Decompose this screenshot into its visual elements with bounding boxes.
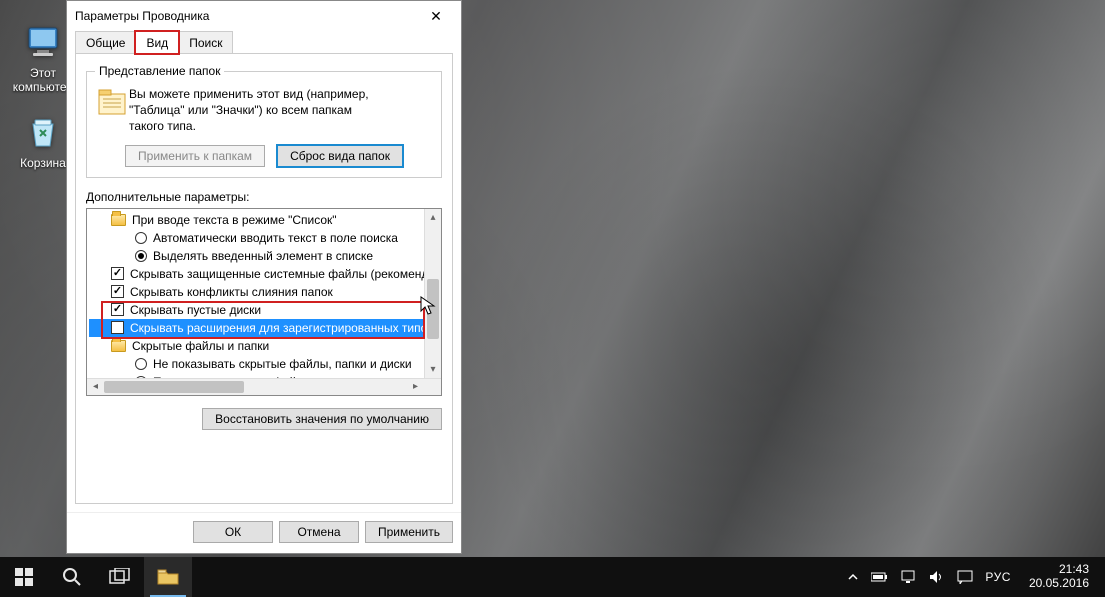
reset-folders-button[interactable]: Сброс вида папок (277, 145, 403, 167)
tree-radio-node[interactable]: Не показывать скрытые файлы, папки и дис… (89, 355, 441, 373)
advanced-settings-label: Дополнительные параметры: (86, 190, 442, 204)
cancel-button[interactable]: Отмена (279, 521, 359, 543)
tabstrip: Общие Вид Поиск (67, 30, 461, 53)
folder-icon (111, 214, 126, 226)
checkbox-checked-icon[interactable] (111, 303, 124, 316)
dialog-button-row: ОК Отмена Применить (67, 512, 461, 553)
tray-clock[interactable]: 21:43 20.05.2016 (1023, 563, 1095, 591)
folder-options-dialog: Параметры Проводника ✕ Общие Вид Поиск П… (66, 0, 462, 554)
tray-action-center-icon[interactable] (957, 570, 973, 584)
dialog-title: Параметры Проводника (75, 9, 415, 23)
tray-time: 21:43 (1029, 563, 1089, 577)
groupbox-text: Вы можете применить этот вид (например, (129, 86, 369, 102)
ok-button[interactable]: ОК (193, 521, 273, 543)
taskbar[interactable]: РУС 21:43 20.05.2016 (0, 557, 1105, 597)
folder-views-icon (95, 86, 129, 135)
scroll-right-icon[interactable]: ▸ (407, 379, 424, 395)
tree-folder-node[interactable]: Скрытые файлы и папки (89, 337, 441, 355)
tab-general[interactable]: Общие (75, 31, 136, 54)
scroll-left-icon[interactable]: ◂ (87, 379, 104, 395)
vertical-scrollbar[interactable]: ▴ ▾ (424, 209, 441, 378)
checkbox-checked-icon[interactable] (111, 267, 124, 280)
scroll-down-icon[interactable]: ▾ (425, 361, 441, 378)
close-button[interactable]: ✕ (415, 2, 457, 30)
tray-date: 20.05.2016 (1029, 577, 1089, 591)
tree-check-node-selected[interactable]: Скрывать расширения для зарегистрированн… (89, 319, 441, 337)
radio-unchecked-icon[interactable] (135, 358, 147, 370)
checkbox-checked-icon[interactable] (111, 285, 124, 298)
restore-defaults-button[interactable]: Восстановить значения по умолчанию (202, 408, 442, 430)
tray-chevron-icon[interactable] (847, 571, 859, 583)
start-button[interactable] (0, 557, 48, 597)
search-button[interactable] (48, 557, 96, 597)
groupbox-text: "Таблица" или "Значки") ко всем папкам (129, 102, 369, 118)
tree-check-node[interactable]: Скрывать конфликты слияния папок (89, 283, 441, 301)
groupbox-legend: Представление папок (95, 64, 224, 78)
folder-views-groupbox: Представление папок Вы можете применить … (86, 64, 442, 178)
folder-icon (157, 568, 179, 586)
tray-network-icon[interactable] (901, 570, 917, 584)
radio-checked-icon[interactable] (135, 250, 147, 262)
tree-check-node[interactable]: Скрывать пустые диски (89, 301, 441, 319)
tab-view[interactable]: Вид (135, 31, 179, 54)
recycle-bin-icon (23, 112, 63, 152)
apply-to-folders-button: Применить к папкам (125, 145, 265, 167)
scroll-thumb[interactable] (104, 381, 244, 393)
tree-radio-node[interactable]: Автоматически вводить текст в поле поиск… (89, 229, 441, 247)
advanced-settings-tree[interactable]: При вводе текста в режиме "Список" Автом… (86, 208, 442, 396)
taskbar-app-explorer[interactable] (144, 557, 192, 597)
pc-icon (23, 22, 63, 62)
apply-button[interactable]: Применить (365, 521, 453, 543)
groupbox-text: такого типа. (129, 118, 369, 134)
task-view-button[interactable] (96, 557, 144, 597)
tree-radio-node[interactable]: Выделять введенный элемент в списке (89, 247, 441, 265)
folder-icon (111, 340, 126, 352)
tray-battery-icon[interactable] (871, 571, 889, 583)
scroll-thumb[interactable] (427, 279, 439, 339)
system-tray[interactable]: РУС 21:43 20.05.2016 (837, 557, 1105, 597)
horizontal-scrollbar[interactable]: ◂ ▸ (87, 378, 441, 395)
tab-search[interactable]: Поиск (178, 31, 233, 54)
scroll-up-icon[interactable]: ▴ (425, 209, 441, 226)
tree-folder-node[interactable]: При вводе текста в режиме "Список" (89, 211, 441, 229)
tray-volume-icon[interactable] (929, 570, 945, 584)
titlebar[interactable]: Параметры Проводника ✕ (67, 1, 461, 31)
checkbox-unchecked-icon[interactable] (111, 321, 124, 334)
tree-check-node[interactable]: Скрывать защищенные системные файлы (рек… (89, 265, 441, 283)
radio-unchecked-icon[interactable] (135, 232, 147, 244)
tray-language[interactable]: РУС (985, 570, 1011, 584)
